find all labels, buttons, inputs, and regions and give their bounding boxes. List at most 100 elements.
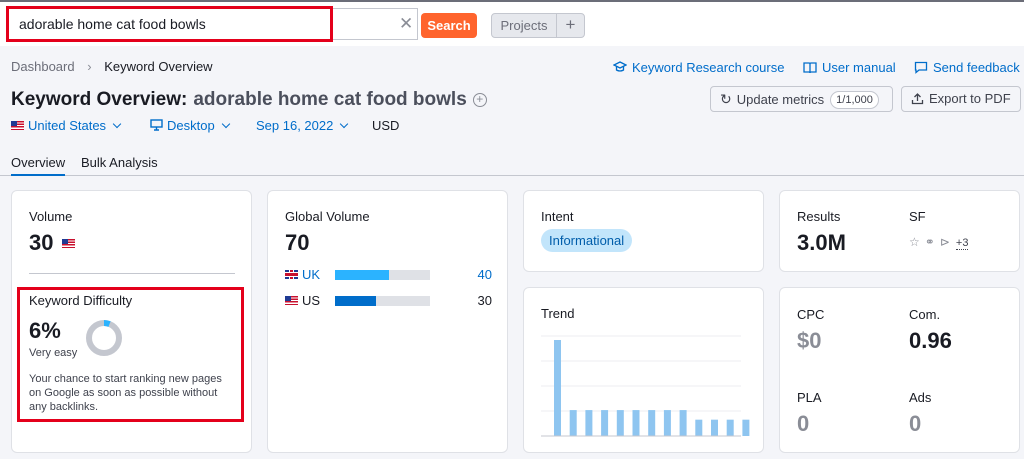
update-metrics-button[interactable]: ↻ Update metrics 1/1,000 <box>710 86 893 112</box>
desktop-icon <box>150 119 163 131</box>
user-manual-label: User manual <box>822 60 896 75</box>
volume-value-row: 30 <box>29 230 79 256</box>
page-title: Keyword Overview: adorable home cat food … <box>11 89 487 111</box>
trend-card: Trend <box>523 287 764 453</box>
date-label: Sep 16, 2022 <box>256 118 334 133</box>
trend-bar <box>726 419 734 436</box>
sf-label: SF <box>909 209 926 224</box>
gv-bar-track <box>335 270 430 280</box>
trend-bar <box>632 410 640 436</box>
update-metrics-label: Update metrics <box>736 92 825 107</box>
ads-label: Ads <box>909 390 932 405</box>
global-volume-value: 70 <box>285 230 310 255</box>
trend-bar <box>569 410 577 436</box>
results-label: Results <box>797 209 841 224</box>
trend-bar <box>601 410 609 436</box>
country-label: United States <box>28 118 107 133</box>
page-title-prefix: Keyword Overview: <box>11 89 188 110</box>
us-flag-icon <box>11 121 24 130</box>
chevron-down-icon <box>221 119 230 129</box>
volume-label: Volume <box>29 209 73 224</box>
play-icon: ⊳ <box>939 235 950 249</box>
trend-chart <box>541 335 750 437</box>
currency-label: USD <box>372 118 400 133</box>
gv-value[interactable]: 40 <box>458 267 492 282</box>
global-volume-label: Global Volume <box>285 209 370 224</box>
date-selector[interactable]: Sep 16, 2022 <box>256 118 349 133</box>
com-value: 0.96 <box>909 328 952 353</box>
ads-value: 0 <box>909 411 922 436</box>
keyword-course-link[interactable]: Keyword Research course <box>613 60 784 75</box>
gv-row-uk[interactable]: UK <box>285 267 320 282</box>
chevron-down-icon <box>112 119 122 129</box>
country-selector[interactable]: United States <box>11 118 122 133</box>
intent-value: Informational <box>541 229 633 252</box>
trend-label: Trend <box>541 306 575 321</box>
add-project-button[interactable]: + <box>556 13 585 38</box>
upload-icon <box>911 93 924 105</box>
gv-bar-fill <box>335 270 390 280</box>
gv-country: US <box>302 293 321 308</box>
volume-value: 30 <box>29 230 54 255</box>
cpc-label: CPC <box>797 307 825 322</box>
chevron-down-icon <box>340 119 349 129</box>
search-button[interactable]: Search <box>421 13 477 38</box>
cpc-value: $0 <box>797 328 822 353</box>
gv-row-us: US <box>285 293 320 308</box>
clear-icon[interactable]: ✕ <box>399 15 413 33</box>
metrics-card: CPC $0 Com. 0.96 PLA 0 Ads 0 <box>779 287 1020 453</box>
sf-icons: ☆ ⚭ ⊳ +3 <box>909 235 969 250</box>
gv-value: 30 <box>477 293 492 308</box>
link-icon: ⚭ <box>924 235 935 249</box>
book-icon <box>803 62 817 74</box>
breadcrumb-current: Keyword Overview <box>104 59 213 74</box>
tab-bulk-analysis[interactable]: Bulk Analysis <box>81 155 158 170</box>
pla-label: PLA <box>797 390 822 405</box>
send-feedback-link[interactable]: Send feedback <box>914 60 1020 75</box>
trend-bar <box>648 410 656 436</box>
intent-card: Intent Informational <box>523 190 764 272</box>
export-pdf-button[interactable]: Export to PDF <box>901 86 1021 112</box>
uk-flag-icon <box>285 270 298 279</box>
tab-overview[interactable]: Overview <box>11 155 66 176</box>
trend-bar <box>742 419 750 436</box>
page-title-keyword: adorable home cat food bowls <box>193 89 467 110</box>
trend-bar <box>679 410 687 436</box>
trend-bar <box>711 419 718 436</box>
kd-highlight-box <box>17 287 244 422</box>
tab-bar: Overview Bulk Analysis <box>0 152 1024 176</box>
add-circle-icon[interactable]: + <box>472 93 487 107</box>
comment-icon <box>914 61 928 74</box>
search-highlight-box <box>6 6 333 42</box>
top-bar: adorable home cat food bowls ✕ Search Pr… <box>0 0 1024 46</box>
us-flag-icon <box>285 296 298 305</box>
send-feedback-label: Send feedback <box>933 60 1020 75</box>
star-icon: ☆ <box>909 235 920 249</box>
trend-bar <box>663 410 671 436</box>
graduation-cap-icon <box>613 61 627 72</box>
breadcrumb-dashboard[interactable]: Dashboard <box>11 59 75 74</box>
gv-bar-track <box>335 296 430 306</box>
intent-label: Intent <box>541 209 574 224</box>
results-value: 3.0M <box>797 230 846 255</box>
com-label: Com. <box>909 307 941 322</box>
trend-bar <box>616 410 624 436</box>
device-label: Desktop <box>167 118 215 133</box>
device-selector[interactable]: Desktop <box>150 118 230 133</box>
gv-country: UK <box>302 267 321 282</box>
gv-bar-fill <box>335 296 376 306</box>
trend-bar <box>554 340 561 436</box>
sf-more[interactable]: +3 <box>955 237 969 250</box>
intent-badge: Informational <box>541 229 633 252</box>
export-pdf-label: Export to PDF <box>929 91 1011 106</box>
user-manual-link[interactable]: User manual <box>803 60 896 75</box>
refresh-icon: ↻ <box>720 91 732 107</box>
breadcrumb: Dashboard › Keyword Overview <box>11 59 213 74</box>
results-card: Results 3.0M SF ☆ ⚭ ⊳ +3 <box>779 190 1020 272</box>
chevron-right-icon: › <box>87 59 92 74</box>
us-flag-icon <box>61 239 75 248</box>
global-volume-card: Global Volume 70 UK 40 US 30 <box>267 190 508 453</box>
metrics-limit-badge: 1/1,000 <box>830 91 879 109</box>
divider <box>29 273 235 274</box>
projects-button[interactable]: Projects <box>491 13 557 38</box>
